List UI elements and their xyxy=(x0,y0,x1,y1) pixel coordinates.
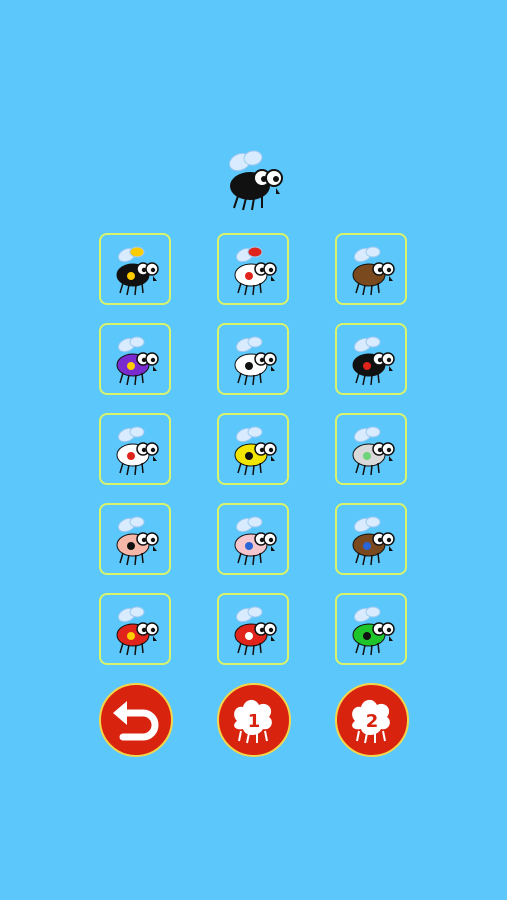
skin-tile-hat-fly[interactable] xyxy=(99,503,171,575)
player-2-label: 2 xyxy=(366,711,379,732)
fly-icon xyxy=(234,426,277,476)
skin-tile-hero-bolt[interactable] xyxy=(99,593,171,665)
fly-icon xyxy=(352,606,395,656)
hero-fly-icon xyxy=(220,148,290,214)
skin-tile-green-angry[interactable] xyxy=(335,593,407,665)
skin-tile-medic[interactable] xyxy=(99,413,171,485)
fly-silhouette-icon: 1 xyxy=(234,699,272,744)
fly-icon xyxy=(352,516,395,566)
player-1-label: 1 xyxy=(248,711,261,732)
skin-tile-choco-cap[interactable] xyxy=(335,503,407,575)
player-2-button[interactable]: 2 xyxy=(335,683,409,757)
back-button[interactable] xyxy=(99,683,173,757)
fly-icon xyxy=(234,246,277,296)
fly-icon xyxy=(234,336,277,386)
skin-tile-toxic[interactable] xyxy=(217,413,289,485)
skin-tile-pink-cap[interactable] xyxy=(217,503,289,575)
skin-tile-crown[interactable] xyxy=(99,233,171,305)
fly-icon xyxy=(116,246,159,296)
fly-icon xyxy=(352,336,395,386)
skin-tile-purple[interactable] xyxy=(99,323,171,395)
skin-tile-white[interactable] xyxy=(217,323,289,395)
fly-icon xyxy=(116,606,159,656)
skin-tile-brown[interactable] xyxy=(335,233,407,305)
fly-icon xyxy=(352,426,395,476)
fly-icon xyxy=(116,426,159,476)
fly-icon xyxy=(234,606,277,656)
fly-icon xyxy=(352,246,395,296)
fly-icon xyxy=(234,516,277,566)
skin-tile-red-eyes[interactable] xyxy=(217,593,289,665)
fly-silhouette-icon: 2 xyxy=(352,699,390,744)
fly-icon xyxy=(116,336,159,386)
fly-icon xyxy=(116,516,159,566)
undo-arrow-icon xyxy=(113,701,159,741)
skin-tile-red-bow[interactable] xyxy=(217,233,289,305)
skin-tile-black-red[interactable] xyxy=(335,323,407,395)
skin-tile-grey-ring[interactable] xyxy=(335,413,407,485)
player-1-button[interactable]: 1 xyxy=(217,683,291,757)
